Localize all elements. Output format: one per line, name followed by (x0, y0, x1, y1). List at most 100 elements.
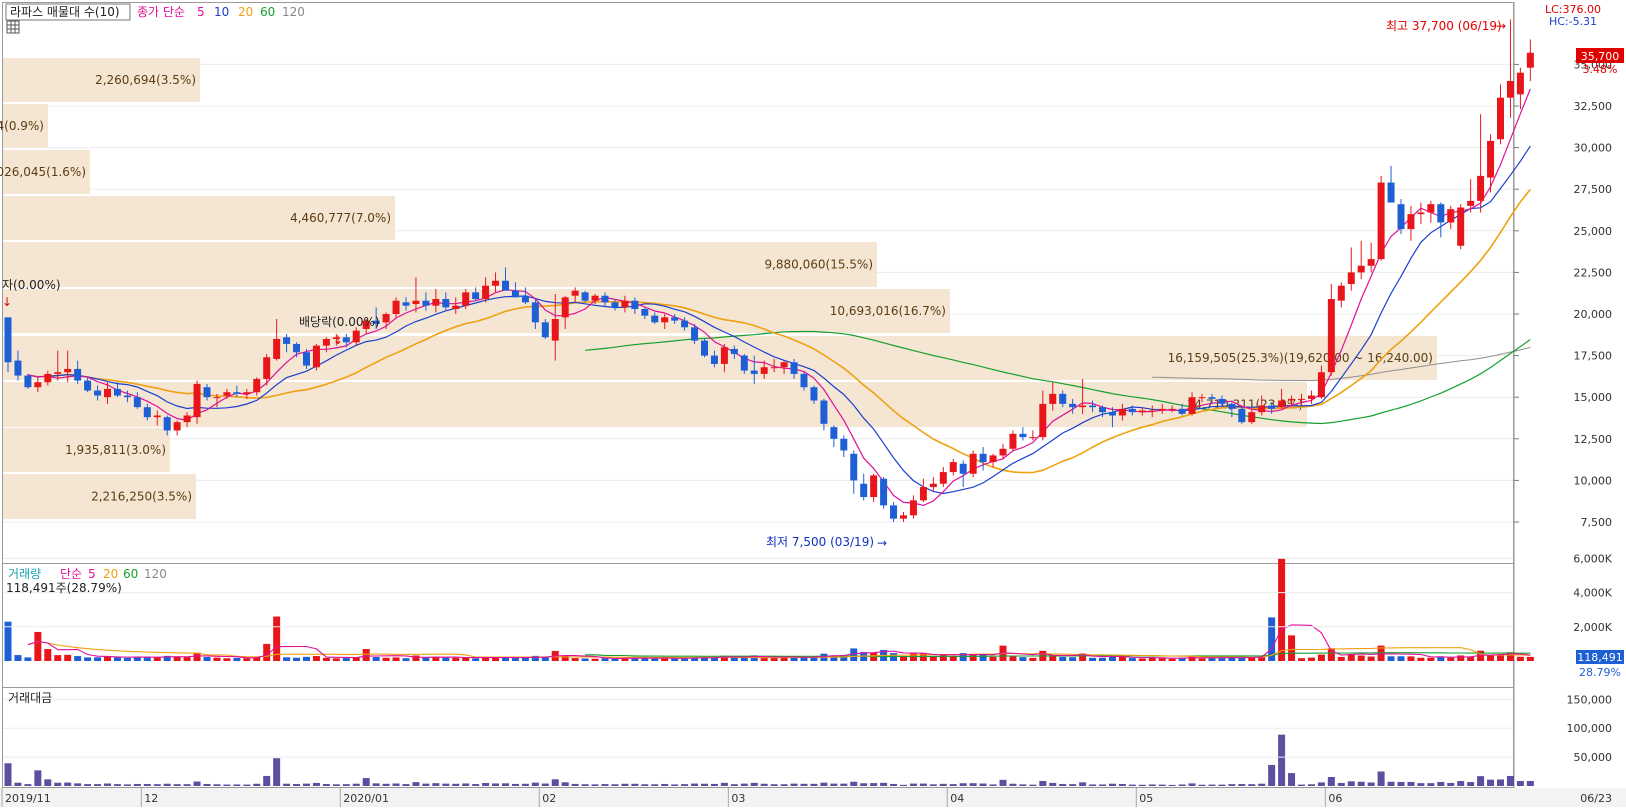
volume-bar (1526, 656, 1534, 661)
volume-bar (1208, 658, 1216, 661)
volume-current-tag-text: 118,491 (1577, 651, 1623, 664)
event-arrow-icon-dividend: ↓ (333, 333, 343, 347)
amount-bar (74, 783, 82, 786)
amount-bar (1079, 782, 1087, 786)
candle-body (760, 367, 768, 374)
amount-bar (1089, 784, 1097, 786)
candle-body (233, 392, 241, 394)
volume-ma5-legend[interactable]: 5 (88, 567, 96, 581)
volume-bar (511, 658, 519, 661)
volume-ma60-legend[interactable]: 60 (123, 567, 138, 581)
price-y-tick-label: 27,500 (1574, 183, 1613, 196)
volume-bar (293, 657, 301, 661)
indicator-label: 라파스 매물대 수(10) (10, 5, 120, 19)
amount-bar (1307, 784, 1315, 786)
ma-legend-prefix[interactable]: 종가 단순 (137, 5, 185, 19)
candle-body (1387, 182, 1395, 203)
candle-body (671, 317, 679, 321)
amount-bar (1029, 784, 1037, 786)
table-icon[interactable] (6, 20, 20, 34)
candle-body (452, 305, 460, 310)
candle-body (113, 388, 121, 396)
candle-body (1278, 400, 1286, 408)
amount-bar (1258, 783, 1266, 786)
amount-bar (392, 783, 400, 786)
amount-bar (641, 784, 649, 786)
amount-bar (730, 784, 738, 786)
candle-body (1497, 97, 1504, 140)
volume-ma20-legend[interactable]: 20 (103, 567, 118, 581)
candle-body (213, 397, 221, 399)
candle-body (790, 362, 798, 374)
amount-bar (890, 783, 898, 786)
volume-bar (1118, 656, 1126, 661)
candle-body (163, 417, 171, 431)
amount-bar (571, 783, 579, 786)
amount-bar (24, 784, 32, 786)
amount-bar (850, 781, 858, 786)
amount-bar (143, 784, 151, 786)
candle-body (531, 302, 539, 323)
amount-bar (929, 784, 937, 786)
volume-profile-label: 10,693,016(16.7%) (830, 304, 946, 318)
candle-body (1099, 407, 1106, 413)
amount-bar (870, 783, 878, 786)
amount-bar (193, 781, 201, 786)
amount-bar (551, 779, 559, 786)
volume-bar (671, 658, 679, 661)
candle-body (412, 300, 420, 305)
candle-body (1128, 408, 1136, 413)
amount-bar (750, 782, 758, 786)
candle-body (1367, 259, 1375, 266)
candle-body (621, 300, 629, 308)
amount-bar (1347, 781, 1355, 786)
candle-body (203, 387, 211, 398)
amount-bar (591, 784, 599, 786)
candle-body (840, 438, 848, 451)
candle-body (1009, 433, 1017, 449)
volume-bar (1367, 656, 1375, 661)
amount-bar (1317, 782, 1325, 786)
price-y-tick-label: 22,500 (1574, 266, 1613, 279)
amount-bar (701, 783, 708, 786)
amount-bar (482, 782, 490, 786)
candle-body (1148, 410, 1156, 412)
candle-body (1228, 403, 1236, 409)
candle-body (74, 368, 82, 381)
candle-body (64, 368, 72, 373)
amount-bar (223, 784, 231, 786)
candle-body (312, 345, 320, 368)
amount-bar (213, 784, 221, 786)
volume-bar (521, 657, 529, 661)
candle-body (54, 372, 62, 374)
ma60-legend[interactable]: 60 (260, 5, 275, 19)
volume-title: 거래량 (8, 567, 41, 581)
candle-body (929, 483, 937, 488)
amount-bar (1268, 764, 1276, 786)
candle-body (631, 300, 639, 310)
amount-bar (989, 784, 997, 786)
candle-body (710, 355, 718, 364)
amount-bar (710, 783, 718, 786)
price-y-tick-label: 30,000 (1574, 142, 1613, 155)
ma20-legend[interactable]: 20 (238, 5, 253, 19)
ma10-legend[interactable]: 10 (214, 5, 229, 19)
amount-bar (959, 783, 967, 786)
ma5-legend[interactable]: 5 (197, 5, 205, 19)
amount-bar (1337, 782, 1345, 786)
volume-bar (322, 657, 330, 661)
candle-body (720, 347, 728, 364)
candle-body (1427, 204, 1435, 213)
candle-body (850, 453, 858, 481)
candle-body (1069, 403, 1077, 408)
price-y-tick-label: 15,000 (1574, 391, 1613, 404)
ma120-legend[interactable]: 120 (282, 5, 305, 19)
amount-bar (531, 782, 539, 786)
amount-bar (720, 782, 728, 786)
candle-body (1337, 285, 1345, 301)
amount-bar (1039, 780, 1047, 786)
volume-ma120-legend[interactable]: 120 (144, 567, 167, 581)
candle-body (44, 373, 52, 383)
x-axis-label: 06 (1328, 792, 1342, 805)
amount-bar (283, 783, 291, 786)
